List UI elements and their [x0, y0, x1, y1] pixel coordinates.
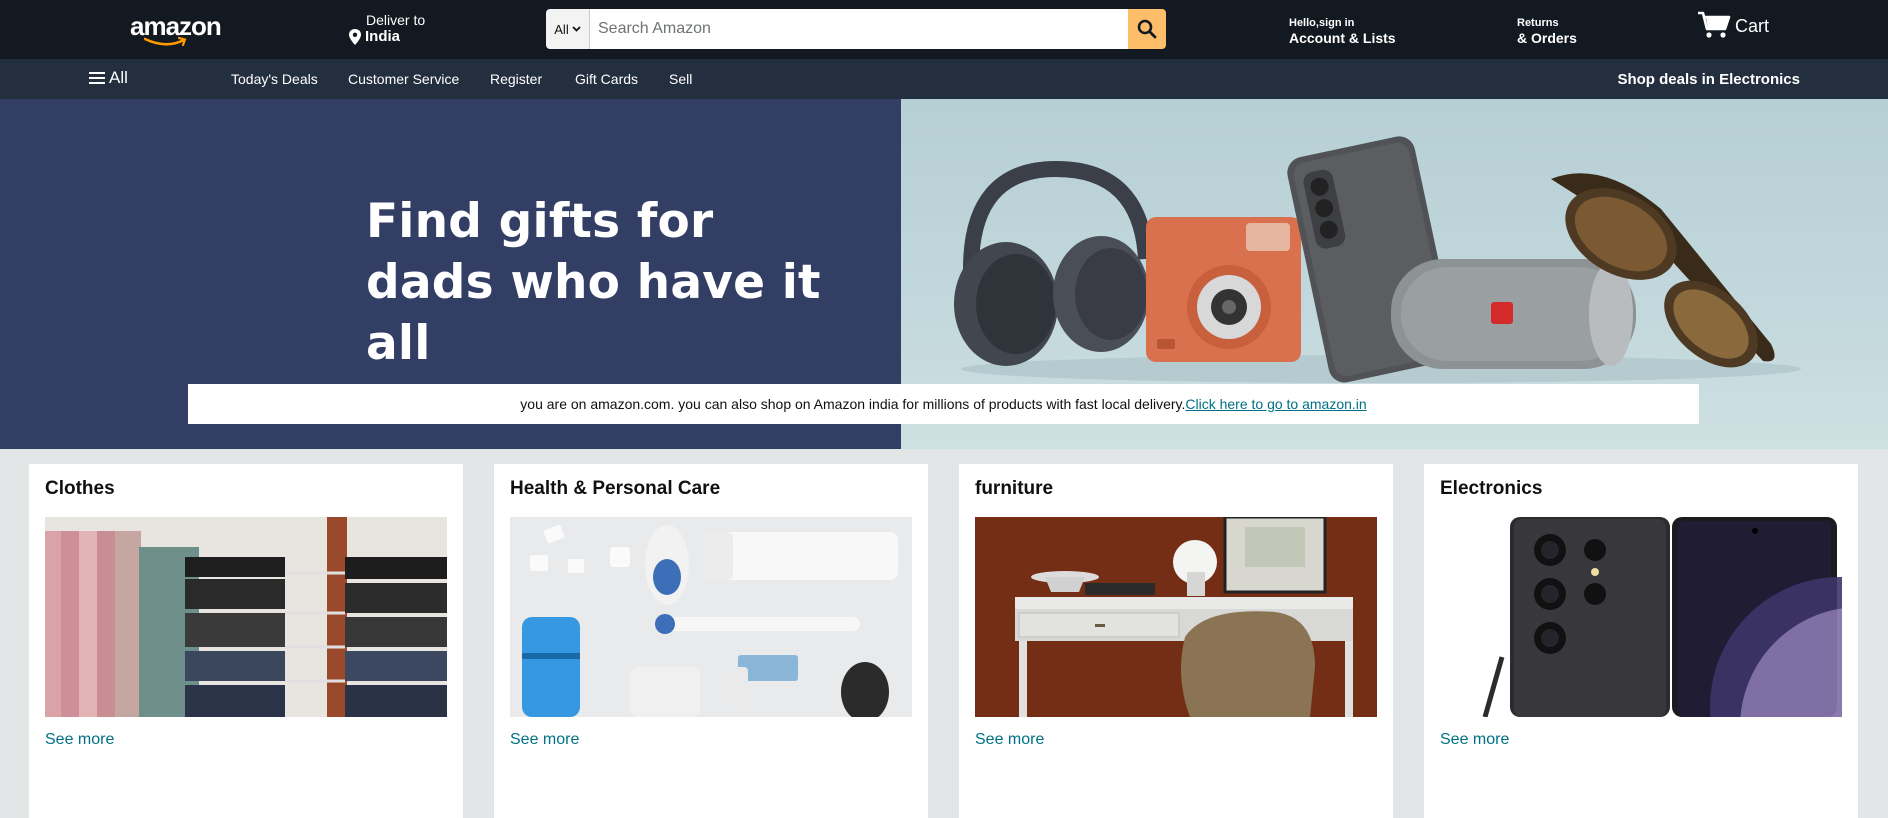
logo-smile-icon — [144, 37, 187, 47]
all-menu-label: All — [109, 68, 128, 87]
region-notice-text: you are on amazon.com. you can also shop… — [520, 396, 1186, 412]
orders-label: & Orders — [1517, 30, 1577, 46]
category-card-furniture: furniture See more — [959, 464, 1393, 818]
location-pin-icon — [349, 29, 361, 45]
cart-label: Cart — [1735, 16, 1770, 36]
see-more-link[interactable]: See more — [1440, 731, 1509, 749]
search-category-label: All — [554, 21, 569, 37]
nav-link-customer-service[interactable]: Customer Service — [348, 71, 459, 87]
hero-title-line-1: Find gifts for — [366, 194, 714, 249]
health-products-image[interactable] — [510, 517, 912, 717]
see-more-link[interactable]: See more — [975, 731, 1044, 749]
cart-button[interactable]: Cart — [1697, 11, 1769, 39]
deliver-location: India — [365, 28, 401, 45]
category-card-electronics: Electronics See more — [1424, 464, 1858, 818]
card-title: Health & Personal Care — [510, 478, 721, 499]
deliver-label: Deliver to — [366, 12, 426, 28]
sub-navbar: All Today's Deals Customer Service Regis… — [0, 59, 1888, 99]
nav-link-sell[interactable]: Sell — [669, 71, 692, 87]
amazon-logo[interactable]: amazon — [130, 11, 222, 47]
furniture-image[interactable] — [975, 517, 1377, 717]
headphones-image — [954, 160, 1154, 366]
search-button[interactable] — [1128, 9, 1166, 49]
deliver-to[interactable]: Deliver to India — [348, 12, 425, 46]
see-more-link[interactable]: See more — [510, 731, 579, 749]
account-label: Account & Lists — [1289, 30, 1396, 46]
nav-link-todays-deals[interactable]: Today's Deals — [231, 71, 318, 87]
hero-title-line-2: dads who have it all — [366, 255, 821, 371]
electronics-image[interactable] — [1440, 517, 1842, 717]
search-category-select[interactable]: All — [546, 9, 590, 49]
category-card-clothes: Clothes See more — [29, 464, 463, 818]
account-greeting: Hello,sign in — [1289, 17, 1355, 29]
card-title: Clothes — [45, 478, 115, 499]
logo-text: amazon — [130, 11, 222, 41]
returns-and-orders[interactable]: Returns & Orders — [1517, 17, 1577, 47]
all-menu-button[interactable]: All — [89, 68, 128, 88]
search-bar: All — [546, 9, 1166, 49]
nav-link-gift-cards[interactable]: Gift Cards — [575, 71, 638, 87]
search-icon — [1137, 19, 1157, 39]
hero-banner[interactable]: Find gifts for dads who have it all you … — [0, 99, 1888, 449]
account-and-lists[interactable]: Hello,sign in Account & Lists — [1289, 17, 1396, 47]
go-to-amazon-in-link[interactable]: Click here to go to amazon.in — [1185, 396, 1366, 412]
nav-link-register[interactable]: Register — [490, 71, 542, 87]
chevron-down-icon — [572, 26, 581, 32]
hero-title: Find gifts for dads who have it all — [366, 191, 901, 374]
see-more-link[interactable]: See more — [45, 731, 114, 749]
region-notice-bar: you are on amazon.com. you can also shop… — [188, 384, 1699, 424]
card-title: Electronics — [1440, 478, 1543, 499]
instant-camera-image — [1146, 217, 1301, 362]
card-title: furniture — [975, 478, 1054, 499]
bluetooth-speaker-image — [1391, 259, 1636, 369]
clothes-image[interactable] — [45, 517, 447, 717]
hamburger-menu-icon — [89, 72, 105, 84]
search-input[interactable] — [590, 9, 1128, 49]
top-navbar: amazon Deliver to India All H — [0, 0, 1888, 59]
category-card-health: Health & Personal Care See more — [494, 464, 928, 818]
returns-label: Returns — [1517, 17, 1559, 29]
cart-icon — [1698, 11, 1731, 38]
shop-deals-electronics-link[interactable]: Shop deals in Electronics — [1617, 71, 1800, 88]
